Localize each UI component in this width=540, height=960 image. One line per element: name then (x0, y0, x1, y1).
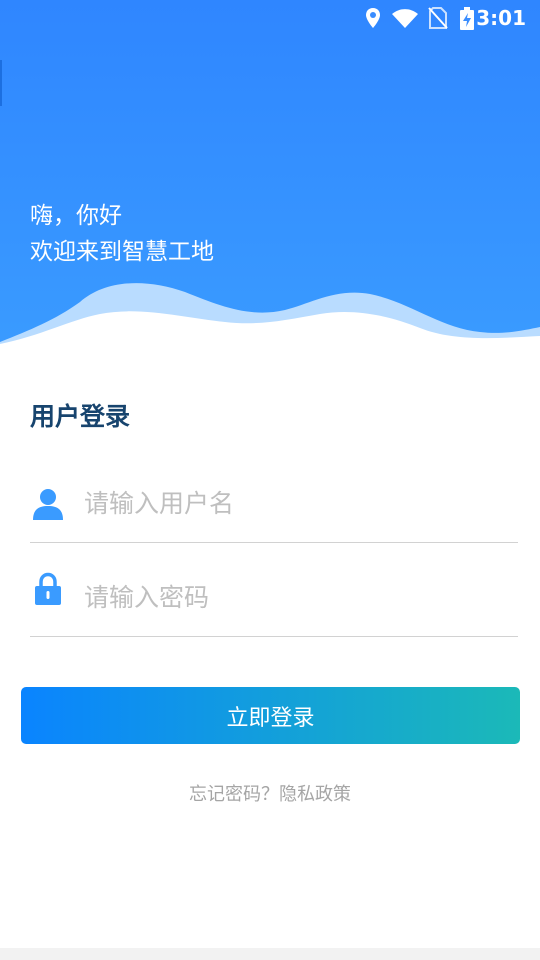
footer-links: 忘记密码？隐私政策 (0, 780, 540, 806)
privacy-policy-link[interactable]: 隐私政策 (279, 784, 351, 805)
battery-charging-icon (460, 7, 474, 30)
navigation-bar-strip (0, 948, 540, 960)
location-icon (366, 8, 380, 28)
greeting-line2: 欢迎来到智慧工地 (30, 239, 214, 265)
no-sim-icon (428, 7, 448, 29)
username-field (30, 462, 518, 543)
username-input[interactable] (82, 480, 506, 526)
user-icon (33, 489, 63, 520)
greeting-line1: 嗨，你好 (30, 203, 122, 229)
login-title: 用户登录 (30, 402, 131, 431)
header-banner: 3:01 嗨，你好 欢迎来到智慧工地 (0, 0, 540, 350)
greeting: 嗨，你好 欢迎来到智慧工地 (30, 198, 214, 270)
password-input[interactable] (82, 574, 506, 620)
forgot-password-link[interactable]: 忘记密码？ (189, 784, 279, 805)
wifi-icon (392, 9, 418, 28)
login-button[interactable]: 立即登录 (21, 687, 520, 744)
edge-marker (0, 60, 2, 106)
wave-decoration (0, 283, 540, 350)
status-bar: 3:01 (0, 0, 540, 36)
password-field (30, 556, 518, 637)
clock: 3:01 (476, 6, 526, 30)
lock-icon (35, 572, 61, 605)
